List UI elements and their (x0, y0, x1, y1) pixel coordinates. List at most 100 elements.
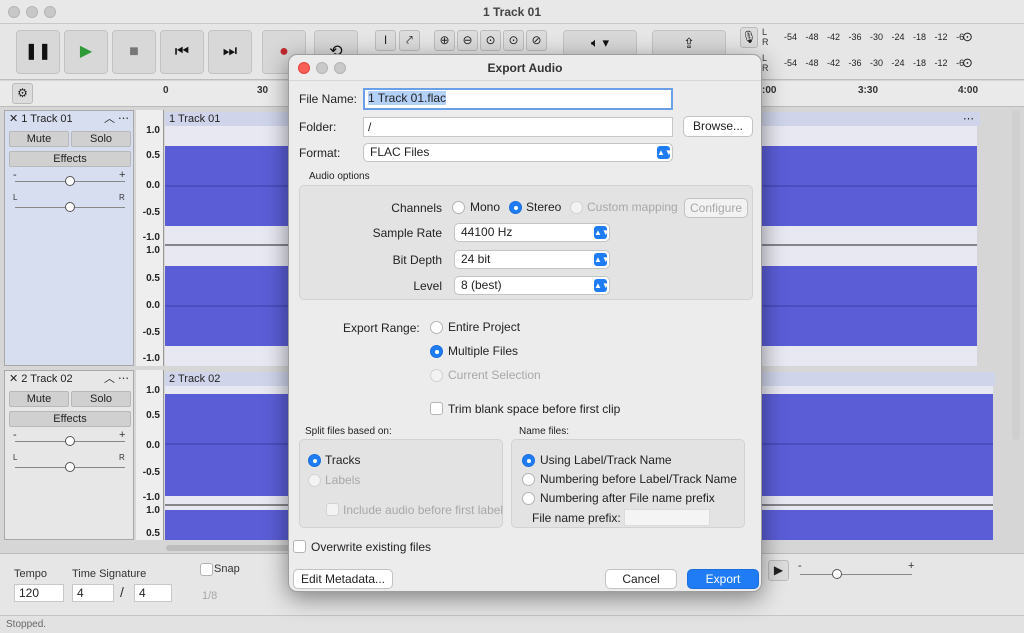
entire-project-radio[interactable] (430, 321, 443, 334)
zoom-out-button[interactable]: ⊖ (457, 30, 478, 51)
track-panel-2[interactable]: ✕ 2 Track 02 ︿ ⋯ Mute Solo Effects - + L… (4, 370, 134, 540)
share-audio-button[interactable]: ⇪ (652, 30, 726, 56)
mono-radio[interactable] (452, 201, 465, 214)
play-at-speed-button[interactable]: ▶ (768, 560, 789, 581)
custom-mapping-radio[interactable] (570, 201, 583, 214)
playback-speed-knob[interactable] (832, 569, 842, 579)
level-label: Level (413, 279, 442, 293)
overwrite-checkbox[interactable] (293, 540, 306, 553)
solo-button[interactable]: Solo (71, 131, 131, 147)
scale-label: -0.5 (142, 467, 160, 478)
dialog-minimize-button[interactable] (316, 62, 328, 74)
level-select[interactable]: 8 (best) ▲▼ (454, 276, 610, 295)
overwrite-label[interactable]: Overwrite existing files (311, 540, 431, 554)
split-tracks-radio[interactable] (308, 454, 321, 467)
snap-checkbox[interactable] (200, 563, 213, 576)
envelope-tool-button[interactable]: ⤤ (399, 30, 420, 51)
trim-blank-checkbox[interactable] (430, 402, 443, 415)
browse-button[interactable]: Browse... (683, 116, 753, 137)
current-selection-radio[interactable] (430, 369, 443, 382)
record-meter-button[interactable]: 🎙︎ (740, 27, 758, 48)
using-label-track-name-label[interactable]: Using Label/Track Name (540, 453, 672, 467)
bit-depth-select[interactable]: 24 bit ▲▼ (454, 250, 610, 269)
play-button[interactable]: ▶ (64, 30, 108, 74)
using-label-track-name-radio[interactable] (522, 454, 535, 467)
cancel-button[interactable]: Cancel (605, 569, 677, 589)
edit-metadata-button[interactable]: Edit Metadata... (293, 569, 393, 589)
track-panel-1[interactable]: ✕ 1 Track 01 ︿ ⋯ Mute Solo Effects - + L… (4, 110, 134, 366)
effects-button[interactable]: Effects (9, 151, 131, 167)
vertical-scrollbar[interactable] (1012, 110, 1020, 440)
playback-meter-right-label: R (762, 63, 769, 73)
mono-label[interactable]: Mono (470, 200, 500, 214)
ruler-tick: 3:30 (858, 85, 879, 96)
minimize-window-button[interactable] (26, 6, 38, 18)
mute-button[interactable]: Mute (9, 391, 69, 407)
record-meter[interactable]: L R -54 -48 -42 -36 -30 -24 -18 -12 -6 ⊙ (760, 26, 1024, 50)
clip-menu-icon[interactable]: ⋯ (963, 112, 974, 126)
skip-to-start-button[interactable]: ⏮ (160, 30, 204, 74)
time-signature-numerator[interactable]: 4 (72, 584, 114, 602)
track-name[interactable]: 2 Track 02 (21, 373, 72, 385)
record-meter-knob-icon[interactable]: ⊙ (962, 29, 973, 45)
folder-input[interactable]: / (363, 117, 673, 137)
file-name-prefix-input[interactable] (624, 509, 710, 526)
stop-button[interactable]: ■ (112, 30, 156, 74)
close-icon[interactable]: ✕ (9, 113, 18, 125)
pan-slider-knob[interactable] (65, 202, 75, 212)
close-icon[interactable]: ✕ (9, 373, 18, 385)
snap-value[interactable]: 1/8 (202, 590, 217, 602)
effects-button[interactable]: Effects (9, 411, 131, 427)
multiple-files-radio[interactable] (430, 345, 443, 358)
scale-label: 1.0 (146, 385, 160, 396)
gain-minus-label: - (13, 169, 17, 181)
trim-blank-label[interactable]: Trim blank space before first clip (448, 402, 620, 416)
numbering-before-radio[interactable] (522, 473, 535, 486)
tempo-input[interactable]: 120 (14, 584, 64, 602)
audio-setup-button[interactable]: 🔈︎ ▾ (563, 30, 637, 56)
scale-label: 0.5 (146, 410, 160, 421)
time-signature-denominator[interactable]: 4 (134, 584, 172, 602)
gain-slider-knob[interactable] (65, 436, 75, 446)
gain-slider-knob[interactable] (65, 176, 75, 186)
track-name[interactable]: 1 Track 01 (21, 113, 72, 125)
pause-button[interactable]: ❚❚ (16, 30, 60, 74)
zoom-window-button[interactable] (44, 6, 56, 18)
track-menu-icon[interactable]: ︿ ⋯ (104, 111, 129, 127)
selection-tool-button[interactable]: I (375, 30, 396, 51)
track-menu-icon[interactable]: ︿ ⋯ (104, 371, 129, 387)
export-button[interactable]: Export (687, 569, 759, 589)
fit-selection-button[interactable]: ⊙ (480, 30, 501, 51)
split-tracks-label[interactable]: Tracks (325, 453, 361, 467)
zoom-toggle-button[interactable]: ⊘ (526, 30, 547, 51)
multiple-files-label[interactable]: Multiple Files (448, 344, 518, 358)
playback-speed-slider[interactable] (800, 574, 912, 575)
stereo-radio[interactable] (509, 201, 522, 214)
tempo-label: Tempo (14, 568, 48, 580)
close-window-button[interactable] (8, 6, 20, 18)
sample-rate-select[interactable]: 44100 Hz ▲▼ (454, 223, 610, 242)
format-select[interactable]: FLAC Files ▲▼ (363, 143, 673, 162)
include-audio-checkbox[interactable] (326, 503, 339, 516)
numbering-after-radio[interactable] (522, 492, 535, 505)
configure-button[interactable]: Configure (684, 198, 748, 218)
file-name-input[interactable]: 1 Track 01.flac (363, 88, 673, 110)
numbering-before-label[interactable]: Numbering before Label/Track Name (540, 472, 737, 486)
split-labels-radio[interactable] (308, 474, 321, 487)
entire-project-label[interactable]: Entire Project (448, 320, 520, 334)
dialog-zoom-button[interactable] (334, 62, 346, 74)
mute-button[interactable]: Mute (9, 131, 69, 147)
stop-icon: ■ (129, 43, 139, 60)
dialog-close-button[interactable] (298, 62, 310, 74)
skip-to-end-button[interactable]: ⏭ (208, 30, 252, 74)
chevron-updown-icon: ▲▼ (657, 146, 673, 159)
zoom-in-button[interactable]: ⊕ (434, 30, 455, 51)
stereo-label[interactable]: Stereo (526, 200, 561, 214)
solo-button[interactable]: Solo (71, 391, 131, 407)
timeline-options-button[interactable]: ⚙ (12, 83, 33, 104)
numbering-after-label[interactable]: Numbering after File name prefix (540, 491, 715, 505)
playback-meter-knob-icon[interactable]: ⊙ (962, 55, 973, 71)
fit-project-button[interactable]: ⊙ (503, 30, 524, 51)
playback-meter[interactable]: L R -54 -48 -42 -36 -30 -24 -18 -12 -6 ⊙ (760, 52, 1024, 76)
pan-slider-knob[interactable] (65, 462, 75, 472)
